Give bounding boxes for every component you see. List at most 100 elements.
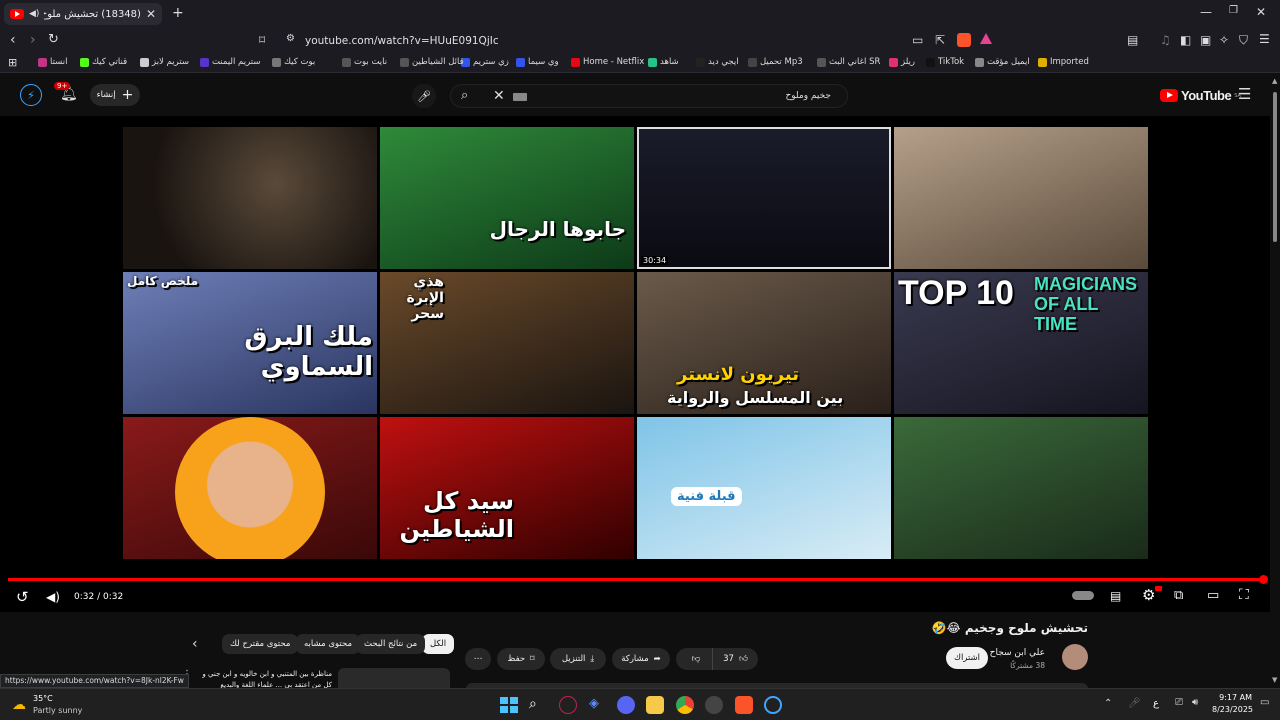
end-screen-thumbnail[interactable]: ملخص كامل ملك البرق السماوي	[123, 272, 377, 414]
save-button[interactable]: حفظ ⌑	[497, 648, 545, 670]
premium-lightning-icon[interactable]: ⚡	[20, 84, 42, 106]
tray-overflow-icon[interactable]: ⌃	[1104, 699, 1112, 709]
end-screen-thumbnail[interactable]: سيد كل الشياطين	[380, 417, 634, 559]
address-bar[interactable]: ⚙ youtube.com/watch?v=HUuE091QjIc	[278, 30, 998, 51]
apps-grid-icon[interactable]: ⊞	[8, 57, 17, 68]
speaker-tray-icon[interactable]: 🔊︎	[1192, 698, 1198, 708]
obs-icon[interactable]	[705, 696, 723, 714]
filter-chip[interactable]: محتوى مشابه	[296, 634, 360, 654]
restore-button[interactable]: ❐	[1229, 6, 1238, 16]
page-scrollbar[interactable]: ▲ ▼	[1270, 74, 1280, 688]
filter-chip[interactable]: محتوى مقترح لك	[222, 634, 299, 654]
weather-icon[interactable]: ☁	[12, 697, 26, 713]
end-screen-thumbnail[interactable]	[123, 127, 377, 269]
input-language[interactable]: ع	[1153, 698, 1159, 709]
scrollbar-thumb[interactable]	[1273, 92, 1277, 242]
channel-avatar[interactable]	[1062, 644, 1088, 670]
forward-icon[interactable]: ›	[30, 33, 36, 47]
bookmark-item[interactable]: وي سيما	[516, 57, 559, 67]
end-screen-thumbnail[interactable]: TOP 10 MAGICIANS OF ALL TIME	[894, 272, 1148, 414]
fullscreen-icon[interactable]: ⛶	[1239, 587, 1249, 603]
taskbar-app-icon[interactable]	[559, 696, 577, 714]
dislike-button[interactable]: 👎︎	[676, 648, 716, 670]
share-page-icon[interactable]: ⇱	[935, 34, 945, 46]
brave-browser-icon[interactable]	[735, 696, 753, 714]
channel-name[interactable]: علي ابن سجاح	[990, 648, 1045, 658]
menu-icon[interactable]: ☰	[1259, 33, 1270, 45]
wallet-icon[interactable]: ▣	[1200, 34, 1211, 46]
end-screen-thumbnail[interactable]	[894, 417, 1148, 559]
bookmark-item[interactable]: ايميل مؤقت	[975, 57, 1030, 67]
bookmark-item[interactable]: ايجي ديد	[696, 57, 739, 67]
bookmark-item[interactable]: TikTok	[926, 57, 964, 67]
scroll-up-arrow-icon[interactable]: ▲	[1272, 78, 1277, 85]
bookmark-item[interactable]: نايت بوت	[342, 57, 387, 67]
youtube-logo[interactable]: YouTube SA	[1160, 88, 1241, 103]
filter-chip[interactable]: الكل	[422, 634, 455, 654]
subtitles-icon[interactable]: ▤	[1110, 589, 1121, 603]
scroll-down-arrow-icon[interactable]: ▼	[1272, 677, 1277, 684]
network-icon[interactable]: ⎚	[1175, 698, 1183, 708]
clear-search-icon[interactable]: ✕	[493, 89, 505, 103]
guide-menu-icon[interactable]: ☰	[1238, 87, 1251, 102]
reader-icon[interactable]: ▤	[1127, 34, 1138, 46]
bookmark-item[interactable]: Imported	[1038, 57, 1089, 67]
search-icon[interactable]: ⌕	[461, 89, 468, 102]
bookmark-item[interactable]: انستا	[38, 57, 67, 67]
bookmark-item[interactable]: ريلز	[889, 57, 915, 67]
notification-center-icon[interactable]: ▭	[1260, 698, 1269, 708]
back-icon[interactable]: ‹	[10, 33, 16, 47]
taskbar-app3-icon[interactable]	[764, 696, 782, 714]
search-box[interactable]: ⌕ ✕ جخيم وملوح	[450, 84, 848, 108]
filter-chip[interactable]: من نتائج البحث	[356, 634, 426, 654]
create-button[interactable]: إنشاء +	[90, 84, 140, 106]
close-tab-icon[interactable]: ✕	[146, 8, 156, 20]
bookmark-item[interactable]: اغاني البث SR	[817, 57, 880, 67]
bookmark-item[interactable]: قناتي كيك	[80, 57, 127, 67]
voice-search-button[interactable]: 🎤︎	[412, 84, 436, 108]
subscribe-button[interactable]: اشتراك	[946, 647, 988, 669]
speaker-icon[interactable]: ◀)	[29, 9, 39, 19]
discord-icon[interactable]	[617, 696, 635, 714]
clock-date[interactable]: 8/23/2025	[1212, 705, 1253, 714]
bookmark-item[interactable]: Home - Netflix	[571, 57, 644, 67]
brave-rewards-icon[interactable]	[980, 33, 992, 44]
site-info-icon[interactable]: ⚙	[286, 34, 295, 44]
volume-icon[interactable]: ◀)	[46, 590, 60, 604]
replay-icon[interactable]: ↺	[16, 588, 29, 606]
chrome-icon[interactable]	[676, 696, 694, 714]
search-input[interactable]: جخيم وملوح	[541, 91, 841, 101]
settings-gear-icon[interactable]: ⚙	[1142, 586, 1155, 604]
sidebar-icon[interactable]: ◧	[1180, 34, 1191, 46]
bookmark-item[interactable]: بوت كيك	[272, 57, 315, 67]
close-window-button[interactable]: ✕	[1256, 6, 1266, 18]
bookmark-item[interactable]: ستريم لابز	[140, 57, 189, 67]
like-button[interactable]: 37 👍︎	[712, 648, 758, 670]
more-actions-button[interactable]: ⋯	[465, 648, 491, 670]
reload-icon[interactable]: ↻	[48, 33, 59, 46]
media-icon[interactable]: ♫	[1160, 34, 1171, 46]
bookmark-item[interactable]: زي ستريم	[461, 57, 509, 67]
browser-tab[interactable]: ◀) (18348) تحشيش ملوح وجخيم ✕	[4, 3, 162, 25]
bookmark-icon[interactable]: ⌑	[259, 34, 265, 46]
keyboard-icon[interactable]	[513, 93, 527, 101]
cast-icon[interactable]: ▭	[912, 34, 923, 46]
chips-scroll-left-icon[interactable]: ‹	[192, 637, 198, 651]
end-screen-thumbnail[interactable]: 30:34	[637, 127, 891, 269]
brave-shield-icon[interactable]	[957, 33, 971, 47]
clock-time[interactable]: 9:17 AM	[1214, 693, 1252, 702]
end-screen-thumbnail[interactable]	[894, 127, 1148, 269]
end-screen-thumbnail[interactable]: هذي الإبرة سحر	[380, 272, 634, 414]
end-screen-thumbnail[interactable]: تيريون لانستر بين المسلسل والرواية	[637, 272, 891, 414]
url-text[interactable]: youtube.com/watch?v=HUuE091QjIc	[305, 35, 499, 47]
miniplayer-icon[interactable]: ⧉	[1174, 588, 1183, 603]
start-windows-icon[interactable]	[499, 696, 518, 714]
scrubber-handle[interactable]	[1259, 575, 1268, 584]
vpn-icon[interactable]: ⛉	[1239, 34, 1248, 46]
bookmark-item[interactable]: تحميل Mp3	[748, 57, 803, 67]
tray-mic-icon[interactable]: 🎤︎	[1128, 699, 1141, 709]
new-tab-button[interactable]: +	[172, 6, 184, 20]
taskbar-search-icon[interactable]: ⌕	[529, 696, 547, 714]
leo-ai-icon[interactable]: ✧	[1219, 34, 1229, 46]
minimize-button[interactable]: —	[1200, 6, 1212, 18]
